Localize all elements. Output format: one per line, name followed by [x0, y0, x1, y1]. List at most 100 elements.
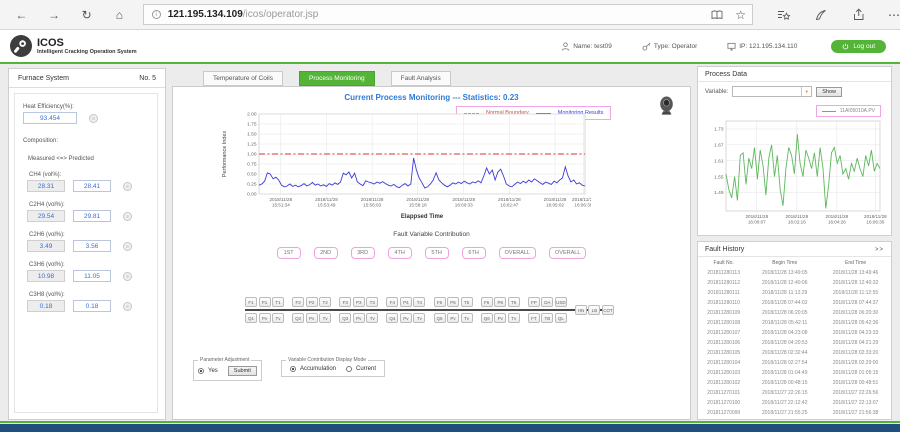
variable-button-pv[interactable]: Pv: [494, 313, 506, 323]
predicted-input[interactable]: [73, 270, 111, 282]
trend-icon[interactable]: [123, 242, 132, 251]
back-icon[interactable]: ←: [10, 8, 33, 22]
fault-history-row[interactable]: 2018112801112018/11/28 11:12:292018/11/2…: [698, 288, 891, 298]
variable-button-tv[interactable]: Tv: [366, 313, 378, 323]
variable-button-f3[interactable]: F3: [339, 297, 351, 307]
predicted-input[interactable]: [73, 300, 111, 312]
variable-button-t4[interactable]: T4: [413, 297, 425, 307]
fault-history-row[interactable]: 2018112701012018/11/27 22:26:152018/11/2…: [698, 388, 891, 398]
favorites-hub-icon[interactable]: [777, 9, 791, 21]
variable-button-f2[interactable]: F2: [292, 297, 304, 307]
fault-history-row[interactable]: 2018112801032018/11/28 01:04:492018/11/2…: [698, 368, 891, 378]
variable-button-hn[interactable]: HN: [575, 305, 587, 315]
fault-history-row[interactable]: 2018112700992018/11/27 21:55:252018/11/2…: [698, 408, 891, 418]
address-bar[interactable]: i 121.195.134.109/icos/operator.jsp ☆: [143, 4, 753, 25]
logout-button[interactable]: Log out: [831, 40, 886, 53]
variable-button-pv[interactable]: Pv: [353, 313, 365, 323]
variable-button-p6[interactable]: P6: [494, 297, 506, 307]
variable-button-ql[interactable]: QL: [555, 313, 567, 323]
variable-button-p2[interactable]: P2: [306, 297, 318, 307]
contribution-button-6th[interactable]: 6TH: [462, 247, 486, 259]
measured-input[interactable]: [27, 210, 65, 222]
contribution-button-2nd[interactable]: 2ND: [314, 247, 338, 259]
contribution-button-4th[interactable]: 4TH: [388, 247, 412, 259]
variable-button-t2[interactable]: T2: [319, 297, 331, 307]
variable-button-q2[interactable]: Q2: [292, 313, 304, 323]
contribution-button-3rd[interactable]: 3RD: [351, 247, 375, 259]
fault-history-row[interactable]: 2018112801072018/11/28 04:23:082018/11/2…: [698, 328, 891, 338]
variable-button-q4[interactable]: Q4: [386, 313, 398, 323]
fault-history-row[interactable]: 2018112801022018/11/28 00:48:152018/11/2…: [698, 378, 891, 388]
site-info-icon[interactable]: i: [152, 10, 161, 19]
fault-history-row[interactable]: 2018112801122018/11/28 12:40:062018/11/2…: [698, 278, 891, 288]
variable-button-p5[interactable]: P5: [447, 297, 459, 307]
current-radio[interactable]: [346, 366, 352, 372]
variable-button-tv[interactable]: Tv: [461, 313, 473, 323]
share-icon[interactable]: [851, 8, 864, 21]
variable-button-pv[interactable]: Pv: [306, 313, 318, 323]
variable-button-t5[interactable]: T5: [461, 297, 473, 307]
trend-icon[interactable]: [123, 212, 132, 221]
contribution-button-overall[interactable]: OVERALL: [499, 247, 536, 259]
variable-button-lb[interactable]: LB: [588, 305, 600, 315]
forward-icon[interactable]: →: [43, 8, 66, 22]
variable-button-f4[interactable]: F4: [386, 297, 398, 307]
measured-input[interactable]: [27, 300, 65, 312]
trend-icon[interactable]: [123, 302, 132, 311]
fault-history-row[interactable]: 2018112801102018/11/28 07:44:022018/11/2…: [698, 298, 891, 308]
contribution-button-5th[interactable]: 5TH: [425, 247, 449, 259]
variable-button-pv[interactable]: Pv: [447, 313, 459, 323]
variable-button-q5[interactable]: Q5: [434, 313, 446, 323]
heat-efficiency-input[interactable]: [23, 112, 77, 124]
tab-process-monitoring[interactable]: Process Monitoring: [299, 71, 375, 86]
trend-icon[interactable]: [89, 114, 98, 123]
variable-button-f5[interactable]: F5: [434, 297, 446, 307]
parameter-yes-radio[interactable]: [198, 368, 204, 374]
menu-ellipsis-icon[interactable]: ⋯: [888, 8, 900, 22]
fault-history-row[interactable]: 2018112801052018/11/28 02:32:442018/11/2…: [698, 348, 891, 358]
variable-button-p1[interactable]: P1: [259, 297, 271, 307]
variable-button-tv[interactable]: Tv: [272, 313, 284, 323]
trend-icon[interactable]: [123, 272, 132, 281]
measured-input[interactable]: [27, 180, 65, 192]
variable-button-q6[interactable]: Q6: [481, 313, 493, 323]
favorite-star-icon[interactable]: ☆: [735, 8, 746, 22]
variable-button-t3[interactable]: T3: [366, 297, 378, 307]
trend-icon[interactable]: [123, 182, 132, 191]
variable-button-t1[interactable]: T1: [272, 297, 284, 307]
variable-button-p4[interactable]: P4: [400, 297, 412, 307]
measured-input[interactable]: [27, 270, 65, 282]
variable-button-tv[interactable]: Tv: [413, 313, 425, 323]
fault-history-row[interactable]: 2018112801042018/11/28 02:27:542018/11/2…: [698, 358, 891, 368]
fault-history-row[interactable]: 2018112801092018/11/28 06:20:052018/11/2…: [698, 308, 891, 318]
variable-button-tb[interactable]: TB: [541, 313, 553, 323]
variable-button-t6[interactable]: T6: [508, 297, 520, 307]
variable-select[interactable]: ▼: [732, 86, 812, 97]
fault-history-row[interactable]: 2018112801132018/11/28 13:49:052018/11/2…: [698, 268, 891, 278]
contribution-button-1st[interactable]: 1ST: [277, 247, 301, 259]
predicted-input[interactable]: [73, 210, 111, 222]
fault-history-row[interactable]: 2018112801062018/11/28 04:20:532018/11/2…: [698, 338, 891, 348]
variable-button-pv[interactable]: Pv: [400, 313, 412, 323]
variable-button-da[interactable]: DA: [541, 297, 553, 307]
variable-button-cot[interactable]: COT: [602, 305, 614, 315]
accumulation-radio[interactable]: [290, 366, 296, 372]
submit-button[interactable]: Submit: [228, 366, 257, 376]
fault-history-row[interactable]: 2018112801082018/11/28 05:42:112018/11/2…: [698, 318, 891, 328]
tab-temperature-of-coils[interactable]: Temperature of Coils: [203, 71, 283, 86]
variable-button-fp[interactable]: FP: [528, 297, 540, 307]
annotate-pen-icon[interactable]: [815, 9, 827, 21]
home-icon[interactable]: ⌂: [108, 8, 131, 22]
variable-button-ft[interactable]: FT: [528, 313, 540, 323]
variable-button-tv[interactable]: Tv: [319, 313, 331, 323]
fault-history-more-link[interactable]: >>: [875, 247, 884, 253]
contribution-button-overall[interactable]: OVERALL: [549, 247, 586, 259]
variable-button-f6[interactable]: F6: [481, 297, 493, 307]
fault-history-row[interactable]: 2018112701002018/11/27 22:12:422018/11/2…: [698, 398, 891, 408]
variable-button-pv[interactable]: Pv: [259, 313, 271, 323]
show-button[interactable]: Show: [816, 87, 842, 97]
predicted-input[interactable]: [73, 240, 111, 252]
tab-fault-analysis[interactable]: Fault Analysis: [391, 71, 451, 86]
variable-button-q3[interactable]: Q3: [339, 313, 351, 323]
variable-button-usd[interactable]: USD: [555, 297, 567, 307]
